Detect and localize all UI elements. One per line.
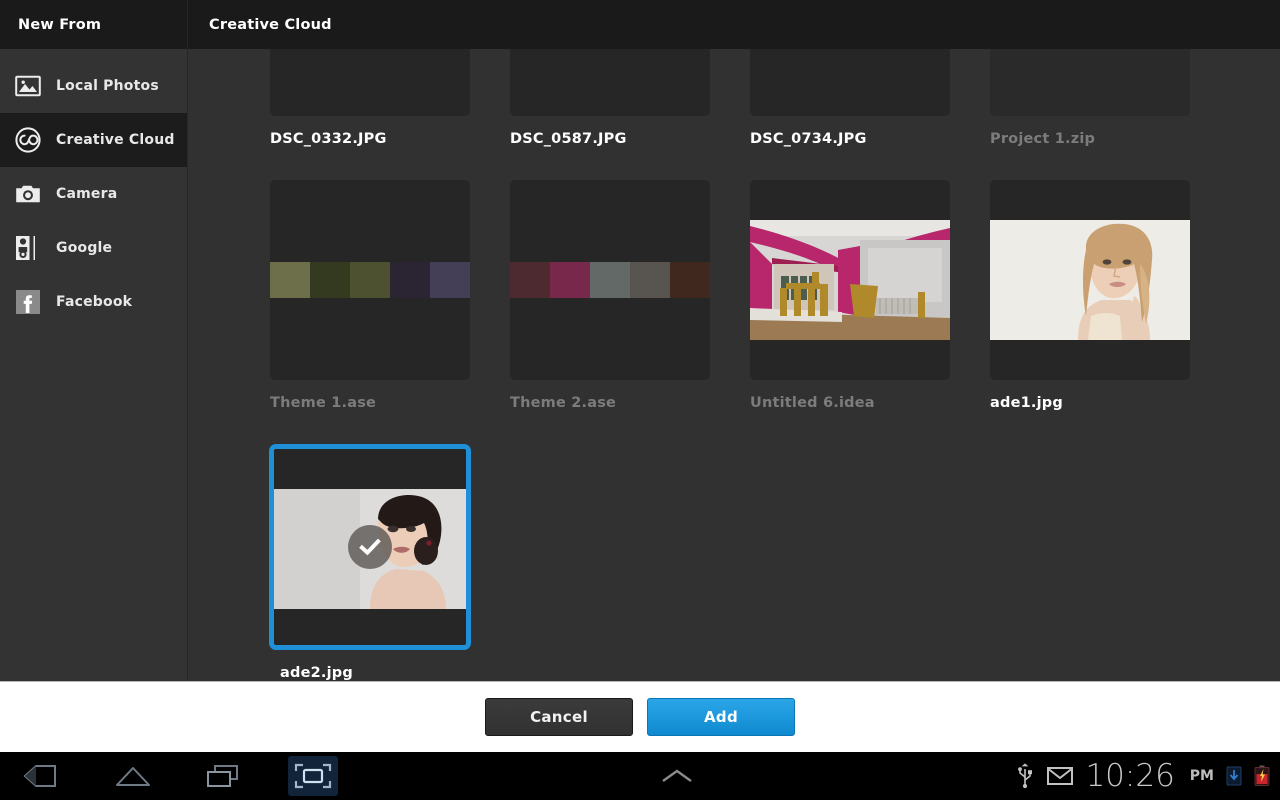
swatch [270,262,310,298]
chevron-up-icon [662,769,692,782]
file-cell[interactable]: Project 1.zip [990,49,1230,180]
sidebar-item-label: Google [56,240,113,256]
thumbnail-image [510,49,710,116]
facebook-icon [14,288,42,316]
back-icon[interactable] [18,756,68,796]
sidebar-item-label: Camera [56,186,118,202]
clock-meridiem: PM [1189,768,1214,784]
file-name: Theme 1.ase [270,395,377,411]
photo-icon [14,72,42,100]
file-cell[interactable]: Theme 1.ase [270,180,510,444]
google-plus-icon [14,234,42,262]
sidebar-item-facebook[interactable]: Facebook [0,275,187,329]
sidebar-item-label: Local Photos [56,78,159,94]
thumbnail-placeholder [990,49,1190,116]
file-cell[interactable]: Theme 2.ase [510,180,750,444]
file-thumbnail[interactable] [750,49,950,116]
content-title: Creative Cloud [188,0,1280,49]
check-icon [359,538,381,556]
color-swatches [510,262,710,298]
thumbnail-image [270,49,470,116]
swatch [630,262,670,298]
battery-icon [1254,765,1270,787]
new-from-dialog: New From Local Photos Creative Cloud Camer… [0,0,1280,752]
cancel-button[interactable]: Cancel [485,698,633,736]
sidebar-item-creative-cloud[interactable]: Creative Cloud [0,113,187,167]
sidebar: New From Local Photos Creative Cloud Camer… [0,0,188,680]
dialog-footer: Cancel Add [0,681,1280,752]
screenshot-icon[interactable] [288,756,338,796]
dialog-title: New From [0,0,187,49]
navigation-buttons [0,756,338,796]
swatch [350,262,390,298]
file-name: DSC_0734.JPG [750,131,867,147]
file-thumbnail[interactable] [510,49,710,116]
swatch [550,262,590,298]
sidebar-list: Local Photos Creative Cloud Camera Google Fa… [0,49,187,329]
file-thumbnail[interactable] [990,49,1190,116]
clock-time: 10:26 [1085,757,1175,794]
file-cell[interactable]: ade2.jpg [269,444,510,680]
thumbnail-image [750,49,950,116]
file-name: DSC_0587.JPG [510,131,627,147]
download-icon [1226,765,1242,787]
file-name: Untitled 6.idea [750,395,875,411]
file-thumbnail[interactable] [270,180,470,380]
add-button[interactable]: Add [647,698,795,736]
file-cell[interactable]: Untitled 6.idea [750,180,990,444]
status-icons[interactable]: 10:26 PM [1015,757,1280,794]
file-name: Project 1.zip [990,131,1096,147]
file-thumbnail[interactable] [269,444,471,650]
file-thumbnail[interactable] [990,180,1190,380]
recents-icon[interactable] [198,756,248,796]
sidebar-item-camera[interactable]: Camera [0,167,187,221]
swatch [670,262,710,298]
creative-cloud-icon [14,126,42,154]
sidebar-item-local-photos[interactable]: Local Photos [0,59,187,113]
file-thumbnail[interactable] [270,49,470,116]
thumbnail-image [990,220,1190,340]
usb-icon [1015,763,1035,789]
file-name: Theme 2.ase [510,395,617,411]
file-thumbnail[interactable] [510,180,710,380]
color-swatches [270,262,470,298]
file-cell[interactable]: DSC_0587.JPG [510,49,750,180]
selected-check-badge [348,525,392,569]
camera-icon [14,180,42,208]
file-cell[interactable]: DSC_0734.JPG [750,49,990,180]
swatch [430,262,470,298]
android-system-bar: 10:26 PM [0,752,1280,800]
sidebar-item-google[interactable]: Google [0,221,187,275]
file-cell[interactable]: DSC_0332.JPG [270,49,510,180]
file-thumbnail[interactable] [750,180,950,380]
file-name: ade2.jpg [280,665,353,680]
screen: New From Local Photos Creative Cloud Camer… [0,0,1280,800]
swatch [590,262,630,298]
home-icon[interactable] [108,756,158,796]
sidebar-item-label: Facebook [56,294,133,310]
swatch [390,262,430,298]
file-grid-scroll[interactable]: DSC_0332.JPG DSC_0587.JPG DSC_0734.JPG Proj… [188,49,1280,680]
thumbnail-image [750,220,950,340]
swatch [310,262,350,298]
file-name: ade1.jpg [990,395,1063,411]
file-grid: DSC_0332.JPG DSC_0587.JPG DSC_0734.JPG Proj… [188,49,1280,680]
gmail-icon [1047,766,1074,786]
file-name: DSC_0332.JPG [270,131,387,147]
file-cell[interactable]: ade1.jpg [990,180,1230,444]
sidebar-item-label: Creative Cloud [56,132,175,148]
notification-handle[interactable] [338,766,1015,786]
swatch [510,262,550,298]
